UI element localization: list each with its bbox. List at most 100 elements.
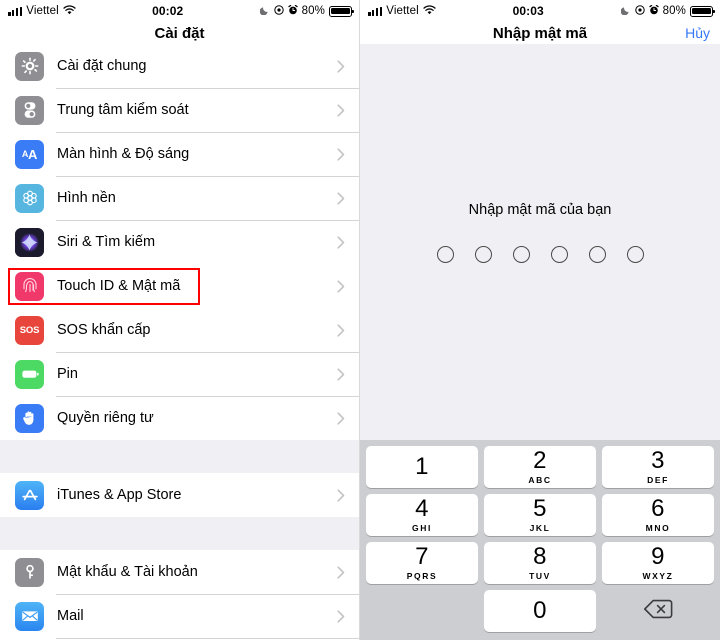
key-6[interactable]: 6 MNO xyxy=(602,494,714,536)
key-number: 3 xyxy=(651,447,665,475)
sidebar-item-emergency-sos[interactable]: SOS SOS khẩn cấp xyxy=(0,308,359,352)
sidebar-item-label: Màn hình & Độ sáng xyxy=(57,146,190,162)
key-3[interactable]: 3 DEF xyxy=(602,446,714,488)
mail-icon xyxy=(15,601,44,631)
key-0[interactable]: 0 xyxy=(484,590,596,632)
passcode-dot xyxy=(474,246,492,263)
sidebar-item-wallpaper[interactable]: Hình nền xyxy=(0,176,359,220)
chevron-right-icon xyxy=(337,323,345,337)
page-title: Nhập mật mã xyxy=(492,24,588,42)
delete-key[interactable] xyxy=(602,590,714,632)
key-letters: TUV xyxy=(529,571,551,582)
sidebar-item-label: Hình nền xyxy=(57,190,116,206)
chevron-right-icon xyxy=(337,191,345,205)
key-letters: JKL xyxy=(529,523,551,534)
key-number: 1 xyxy=(415,453,429,480)
sidebar-item-control-center[interactable]: Trung tâm kiểm soát xyxy=(0,88,359,132)
sidebar-item-privacy[interactable]: Quyền riêng tư xyxy=(0,396,359,440)
keypad-row: 4 GHI 5 JKL 6 MNO xyxy=(366,494,714,536)
sidebar-item-label: SOS khẩn cấp xyxy=(57,322,151,338)
settings-group-3: Mật khẩu & Tài khoản Mail xyxy=(0,550,359,640)
key-letters: GHI xyxy=(412,523,432,534)
touch-id-row-wrapper: Touch ID & Mật mã xyxy=(0,264,359,308)
status-left-group: Viettel xyxy=(8,4,76,18)
chevron-right-icon xyxy=(337,565,345,579)
backspace-icon xyxy=(643,598,673,624)
passcode-prompt: Nhập mật mã của bạn xyxy=(468,202,612,218)
settings-screen: Viettel 00:02 80% Cài đặt Cài đặt chung … xyxy=(0,0,360,640)
sidebar-item-itunes-app-store[interactable]: iTunes & App Store xyxy=(0,473,359,517)
key-letters: WXYZ xyxy=(642,571,674,582)
sidebar-item-touch-id-passcode[interactable]: Touch ID & Mật mã xyxy=(0,264,359,308)
battery-percent-label: 80% xyxy=(301,5,325,17)
key-number: 5 xyxy=(533,495,547,523)
moon-icon xyxy=(620,5,631,18)
sos-icon: SOS xyxy=(15,315,44,345)
wallpaper-icon xyxy=(15,183,44,213)
passwords-key-icon xyxy=(15,557,44,587)
key-number: 6 xyxy=(651,495,665,523)
settings-group-2: iTunes & App Store xyxy=(0,473,359,517)
sidebar-item-general[interactable]: Cài đặt chung xyxy=(0,44,359,88)
status-bar-right: Viettel 00:03 80% xyxy=(360,0,720,22)
settings-navbar: Cài đặt xyxy=(0,22,359,44)
sidebar-item-label: Cài đặt chung xyxy=(57,58,147,74)
key-9[interactable]: 9 WXYZ xyxy=(602,542,714,584)
touch-id-icon xyxy=(15,271,44,301)
settings-group-1: Cài đặt chung Trung tâm kiểm soát A A Mà… xyxy=(0,44,359,440)
sidebar-item-label: Touch ID & Mật mã xyxy=(57,278,181,294)
chevron-right-icon xyxy=(337,367,345,381)
passcode-dot xyxy=(588,246,606,263)
key-2[interactable]: 2 ABC xyxy=(484,446,596,488)
sidebar-item-label: iTunes & App Store xyxy=(57,487,182,503)
sidebar-item-siri-search[interactable]: Siri & Tìm kiếm xyxy=(0,220,359,264)
chevron-right-icon xyxy=(337,488,345,502)
status-bar-left: Viettel 00:02 80% xyxy=(0,0,359,22)
key-number: 8 xyxy=(533,543,547,571)
battery-percent-label: 80% xyxy=(662,5,686,17)
passcode-dot xyxy=(626,246,644,263)
chevron-right-icon xyxy=(337,609,345,623)
wifi-icon xyxy=(63,4,76,18)
section-gap xyxy=(0,517,359,550)
key-number: 2 xyxy=(533,447,547,475)
location-icon xyxy=(634,4,645,18)
passcode-entry-area: Nhập mật mã của bạn xyxy=(360,44,720,440)
key-7[interactable]: 7 PQRS xyxy=(366,542,478,584)
cancel-button[interactable]: Hủy xyxy=(685,25,710,41)
passcode-dot xyxy=(436,246,454,263)
clock-label: 00:03 xyxy=(512,4,544,18)
location-icon xyxy=(273,4,284,18)
sidebar-item-display-brightness[interactable]: AA Màn hình & Độ sáng xyxy=(0,132,359,176)
keypad-row: 1 2 ABC 3 DEF xyxy=(366,446,714,488)
sidebar-item-label: Trung tâm kiểm soát xyxy=(57,102,189,118)
siri-icon xyxy=(15,227,44,257)
numeric-keypad: 1 2 ABC 3 DEF 4 GHI 5 JKL 6 MNO 7 PQRS 8… xyxy=(360,440,720,640)
key-letters: DEF xyxy=(647,475,669,486)
sidebar-item-label: Mail xyxy=(57,608,84,624)
clock-label: 00:02 xyxy=(152,4,184,18)
key-letters: PQRS xyxy=(406,571,438,582)
chevron-right-icon xyxy=(337,59,345,73)
passcode-dots xyxy=(436,246,644,263)
sidebar-item-label: Siri & Tìm kiếm xyxy=(57,234,156,250)
key-4[interactable]: 4 GHI xyxy=(366,494,478,536)
app-store-icon xyxy=(15,480,44,510)
sidebar-item-label: Quyền riêng tư xyxy=(57,410,154,426)
key-1[interactable]: 1 xyxy=(366,446,478,488)
key-number: 0 xyxy=(533,597,547,624)
sidebar-item-mail[interactable]: Mail xyxy=(0,594,359,638)
key-5[interactable]: 5 JKL xyxy=(484,494,596,536)
signal-bars-icon xyxy=(368,6,383,16)
battery-icon xyxy=(329,5,354,17)
control-center-icon xyxy=(15,95,44,125)
status-right-group: 80% xyxy=(620,4,715,18)
sidebar-item-battery[interactable]: Pin xyxy=(0,352,359,396)
sidebar-item-passwords-accounts[interactable]: Mật khẩu & Tài khoản xyxy=(0,550,359,594)
key-number: 4 xyxy=(415,495,429,523)
display-brightness-icon: AA xyxy=(15,139,44,169)
settings-list[interactable]: Cài đặt chung Trung tâm kiểm soát A A Mà… xyxy=(0,44,359,640)
key-8[interactable]: 8 TUV xyxy=(484,542,596,584)
chevron-right-icon xyxy=(337,411,345,425)
chevron-right-icon xyxy=(337,103,345,117)
